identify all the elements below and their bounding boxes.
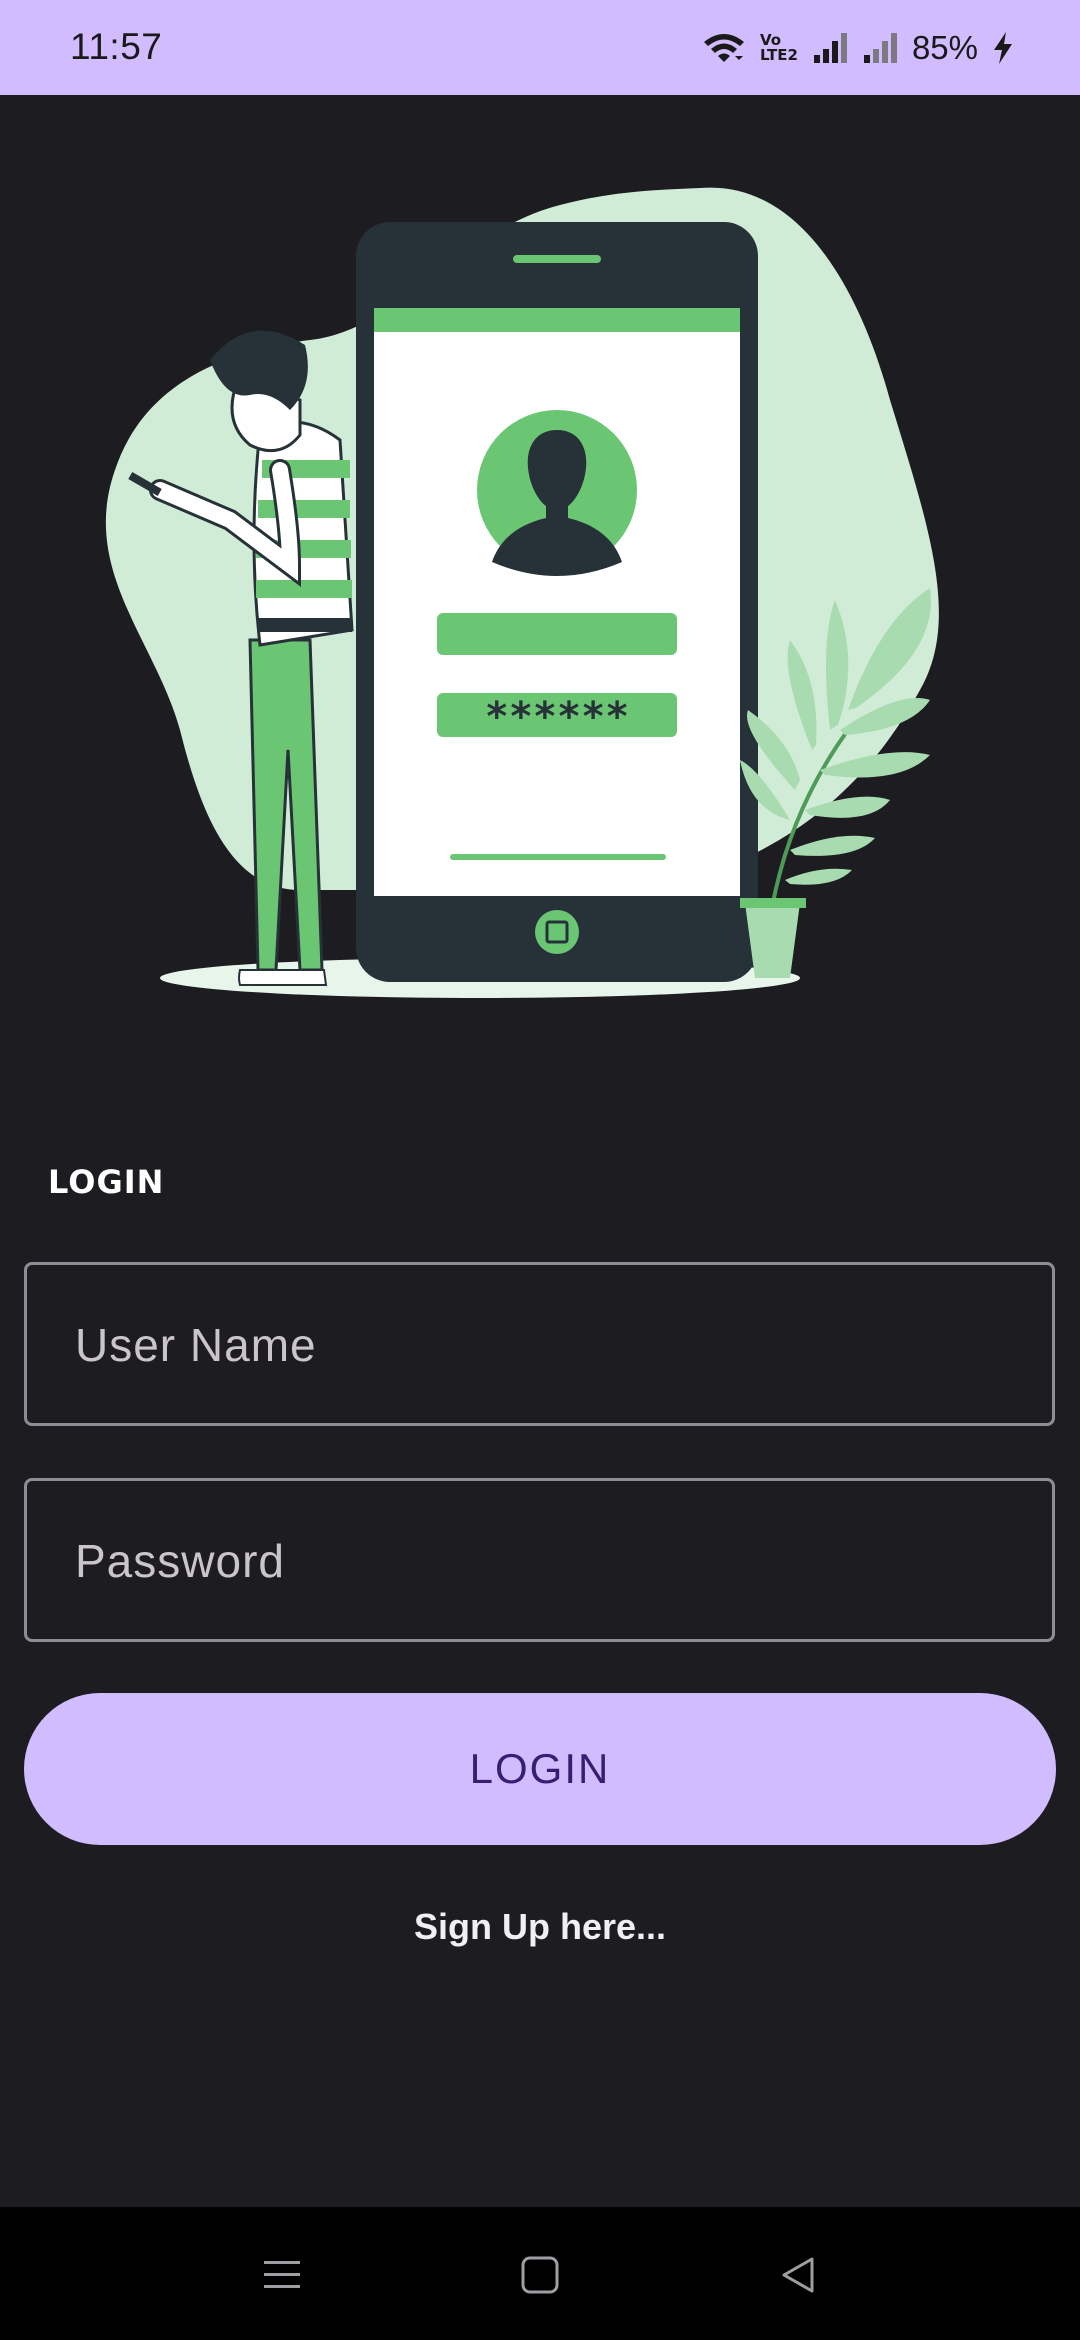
back-triangle-icon[interactable] (768, 2245, 828, 2305)
status-icons: Vo LTE2 85% (702, 24, 1014, 72)
battery-level: 85% (911, 29, 978, 66)
phone-screen-header (374, 308, 740, 332)
cell-signal-icon (812, 31, 848, 65)
home-square-icon[interactable] (510, 2245, 570, 2305)
login-section-title: LOGIN (48, 1163, 165, 1201)
password-input[interactable] (73, 1481, 1007, 1641)
username-field[interactable] (24, 1262, 1055, 1426)
phone-speaker (513, 255, 601, 263)
menu-icon[interactable] (252, 2245, 312, 2305)
charging-bolt-icon (992, 31, 1014, 65)
phone-screen (374, 308, 740, 896)
signup-link[interactable]: Sign Up here... (0, 1906, 1080, 1948)
wifi-icon (702, 30, 746, 66)
status-time: 11:57 (70, 26, 163, 67)
login-button[interactable]: LOGIN (24, 1693, 1056, 1845)
illustration-bottom-line (450, 854, 666, 860)
system-nav-bar (0, 2207, 1080, 2340)
login-illustration: ****** (105, 187, 939, 998)
username-input[interactable] (73, 1265, 1007, 1425)
status-bar: 11:57 Vo LTE2 85% (0, 0, 1080, 95)
volte-indicator: Vo LTE2 (759, 31, 798, 64)
illustration-password-mask: ****** (485, 694, 630, 740)
phone-home-button (535, 910, 579, 954)
cell-signal-weak-icon (862, 31, 898, 65)
password-field[interactable] (24, 1478, 1055, 1642)
illustration-username-bar (437, 613, 677, 655)
